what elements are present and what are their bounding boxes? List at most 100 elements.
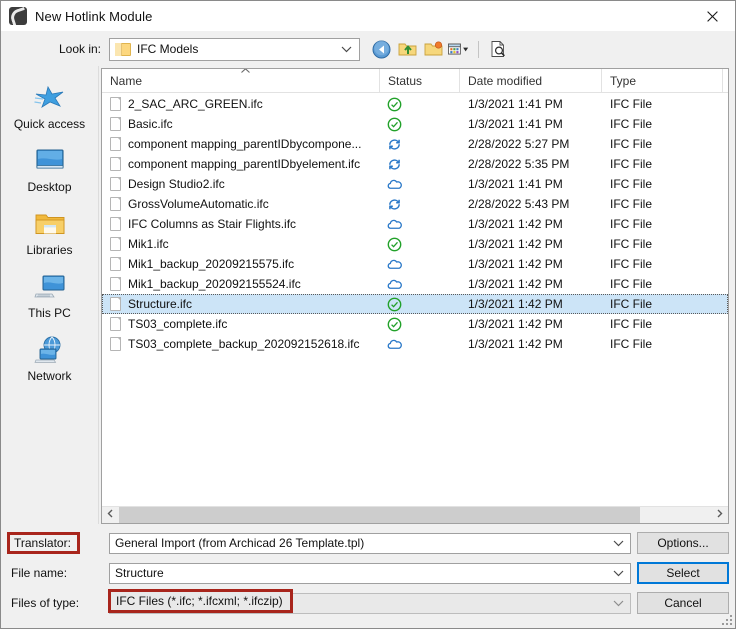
up-folder-icon[interactable]: [396, 38, 418, 60]
file-status-cell: [380, 197, 460, 212]
close-icon[interactable]: [690, 1, 735, 32]
table-row[interactable]: Design Studio2.ifc 1/3/2021 1:41 PM IFC Fi…: [102, 174, 728, 194]
translator-label-wrap: Translator:: [1, 532, 109, 554]
select-button-col: Select: [631, 562, 735, 584]
files-of-type-label: Files of type:: [11, 596, 80, 610]
place-quick-access[interactable]: Quick access: [1, 78, 98, 141]
new-folder-icon[interactable]: [422, 38, 444, 60]
place-label: Libraries: [26, 243, 73, 257]
chevron-down-icon[interactable]: [613, 570, 624, 577]
table-row[interactable]: Structure.ifc 1/3/2021 1:42 PM IFC File: [102, 294, 728, 314]
file-icon: [110, 297, 121, 311]
table-row[interactable]: component mapping_parentIDbyelement.ifc 2…: [102, 154, 728, 174]
file-status-cell: [380, 97, 460, 112]
file-icon: [110, 197, 121, 211]
file-name-cell: Mik1.ifc: [102, 237, 380, 251]
status-check-icon: [387, 237, 402, 252]
file-date-cell: 1/3/2021 1:41 PM: [468, 177, 563, 191]
options-button[interactable]: Options...: [637, 532, 729, 554]
table-row[interactable]: TS03_complete_backup_202092152618.ifc 1/3…: [102, 334, 728, 354]
file-name-text: component mapping_parentIDbyelement.ifc: [128, 157, 361, 171]
file-date-cell: 1/3/2021 1:41 PM: [468, 117, 563, 131]
place-this-pc[interactable]: This PC: [1, 267, 98, 330]
file-rows: 2_SAC_ARC_GREEN.ifc 1/3/2021 1:41 PM IFC F…: [102, 93, 728, 506]
chevron-down-icon[interactable]: [613, 600, 624, 607]
scrollbar-thumb[interactable]: [119, 506, 640, 523]
file-status-cell: [380, 277, 460, 292]
views-grid-icon[interactable]: [448, 38, 470, 60]
files-of-type-control: IFC Files (*.ifc; *.ifcxml; *.ifczip): [108, 588, 631, 614]
table-row[interactable]: component mapping_parentIDbycompone... 2/…: [102, 134, 728, 154]
file-name-cell: Mik1_backup_202092155524.ifc: [102, 277, 380, 291]
file-date-cell: 1/3/2021 1:42 PM: [468, 277, 563, 291]
file-icon: [110, 277, 121, 291]
places-bar: Quick access Desktop Libraries This PC N…: [1, 66, 99, 524]
file-type-cell: IFC File: [610, 277, 652, 291]
status-check-icon: [387, 117, 402, 132]
file-date-cell: 1/3/2021 1:42 PM: [468, 257, 563, 271]
look-in-combo[interactable]: IFC Models: [109, 37, 360, 61]
status-sync-icon: [387, 157, 402, 172]
table-row[interactable]: Mik1_backup_20209215575.ifc 1/3/2021 1:42…: [102, 254, 728, 274]
file-name-cell: 2_SAC_ARC_GREEN.ifc: [102, 97, 380, 111]
status-cloud-icon: [387, 217, 402, 232]
table-row[interactable]: Mik1_backup_202092155524.ifc 1/3/2021 1:4…: [102, 274, 728, 294]
column-header-label: Name: [110, 73, 143, 88]
look-in-label: Look in:: [58, 42, 101, 56]
file-status-cell: [380, 137, 460, 152]
file-date-cell: 2/28/2022 5:35 PM: [468, 157, 570, 171]
cancel-button[interactable]: Cancel: [637, 592, 729, 614]
file-name-cell: TS03_complete_backup_202092152618.ifc: [102, 337, 380, 351]
table-row[interactable]: GrossVolumeAutomatic.ifc 2/28/2022 5:43 P…: [102, 194, 728, 214]
file-name-label: File name:: [11, 566, 68, 580]
column-header-name[interactable]: Name: [102, 69, 380, 92]
chevron-down-icon[interactable]: [341, 46, 352, 53]
resize-grip-icon[interactable]: [721, 614, 732, 625]
cancel-button-col: Cancel: [631, 592, 735, 614]
archicad-logo-icon: [9, 7, 27, 25]
column-header-size[interactable]: Si: [723, 69, 728, 92]
file-name-input[interactable]: Structure: [109, 562, 631, 584]
file-date-cell: 1/3/2021 1:42 PM: [468, 217, 563, 231]
file-date-cell: 2/28/2022 5:27 PM: [468, 137, 570, 151]
column-header-label: Date modified: [468, 73, 543, 88]
select-button[interactable]: Select: [637, 562, 729, 584]
translator-combo[interactable]: General Import (from Archicad 26 Templat…: [109, 532, 631, 554]
file-icon: [110, 337, 121, 351]
table-row[interactable]: TS03_complete.ifc 1/3/2021 1:42 PM IFC Fil…: [102, 314, 728, 334]
column-header-type[interactable]: Type: [602, 69, 723, 92]
place-desktop[interactable]: Desktop: [1, 141, 98, 204]
column-header-date-modified[interactable]: Date modified: [460, 69, 602, 92]
place-label: Desktop: [27, 180, 72, 194]
table-row[interactable]: Basic.ifc 1/3/2021 1:41 PM IFC File: [102, 114, 728, 134]
horizontal-scrollbar[interactable]: [102, 506, 728, 523]
file-name-text: TS03_complete.ifc: [128, 317, 228, 331]
file-type-cell: IFC File: [610, 177, 652, 191]
translator-row: Translator: General Import (from Archica…: [1, 530, 735, 556]
chevron-right-icon[interactable]: [711, 509, 728, 521]
chevron-down-icon[interactable]: [613, 540, 624, 547]
file-icon: [110, 117, 121, 131]
translator-control: General Import (from Archicad 26 Templat…: [109, 532, 631, 554]
table-row[interactable]: 2_SAC_ARC_GREEN.ifc 1/3/2021 1:41 PM IFC F…: [102, 94, 728, 114]
file-icon: [110, 217, 121, 231]
table-row[interactable]: Mik1.ifc 1/3/2021 1:42 PM IFC File: [102, 234, 728, 254]
place-network[interactable]: Network: [1, 330, 98, 393]
monitor-icon: [33, 145, 67, 177]
chevron-left-icon[interactable]: [102, 509, 119, 521]
file-list-frame: Name Status Date modified Type 2_SAC_ARC…: [101, 68, 729, 524]
file-type-cell: IFC File: [610, 317, 652, 331]
file-name-text: IFC Columns as Stair Flights.ifc: [128, 217, 297, 231]
options-button-col: Options...: [631, 532, 735, 554]
column-header-status[interactable]: Status: [380, 69, 460, 92]
files-of-type-combo[interactable]: IFC Files (*.ifc; *.ifcxml; *.ifczip): [108, 588, 631, 614]
file-date-cell: 1/3/2021 1:42 PM: [468, 317, 563, 331]
place-libraries[interactable]: Libraries: [1, 204, 98, 267]
file-date-cell: 2/28/2022 5:43 PM: [468, 197, 570, 211]
scrollbar-track[interactable]: [119, 506, 711, 523]
status-cloud-icon: [387, 337, 402, 352]
preview-pane-icon[interactable]: [487, 38, 509, 60]
table-row[interactable]: IFC Columns as Stair Flights.ifc 1/3/2021…: [102, 214, 728, 234]
back-arrow-icon[interactable]: [370, 38, 392, 60]
translator-value: General Import (from Archicad 26 Templat…: [115, 536, 365, 550]
